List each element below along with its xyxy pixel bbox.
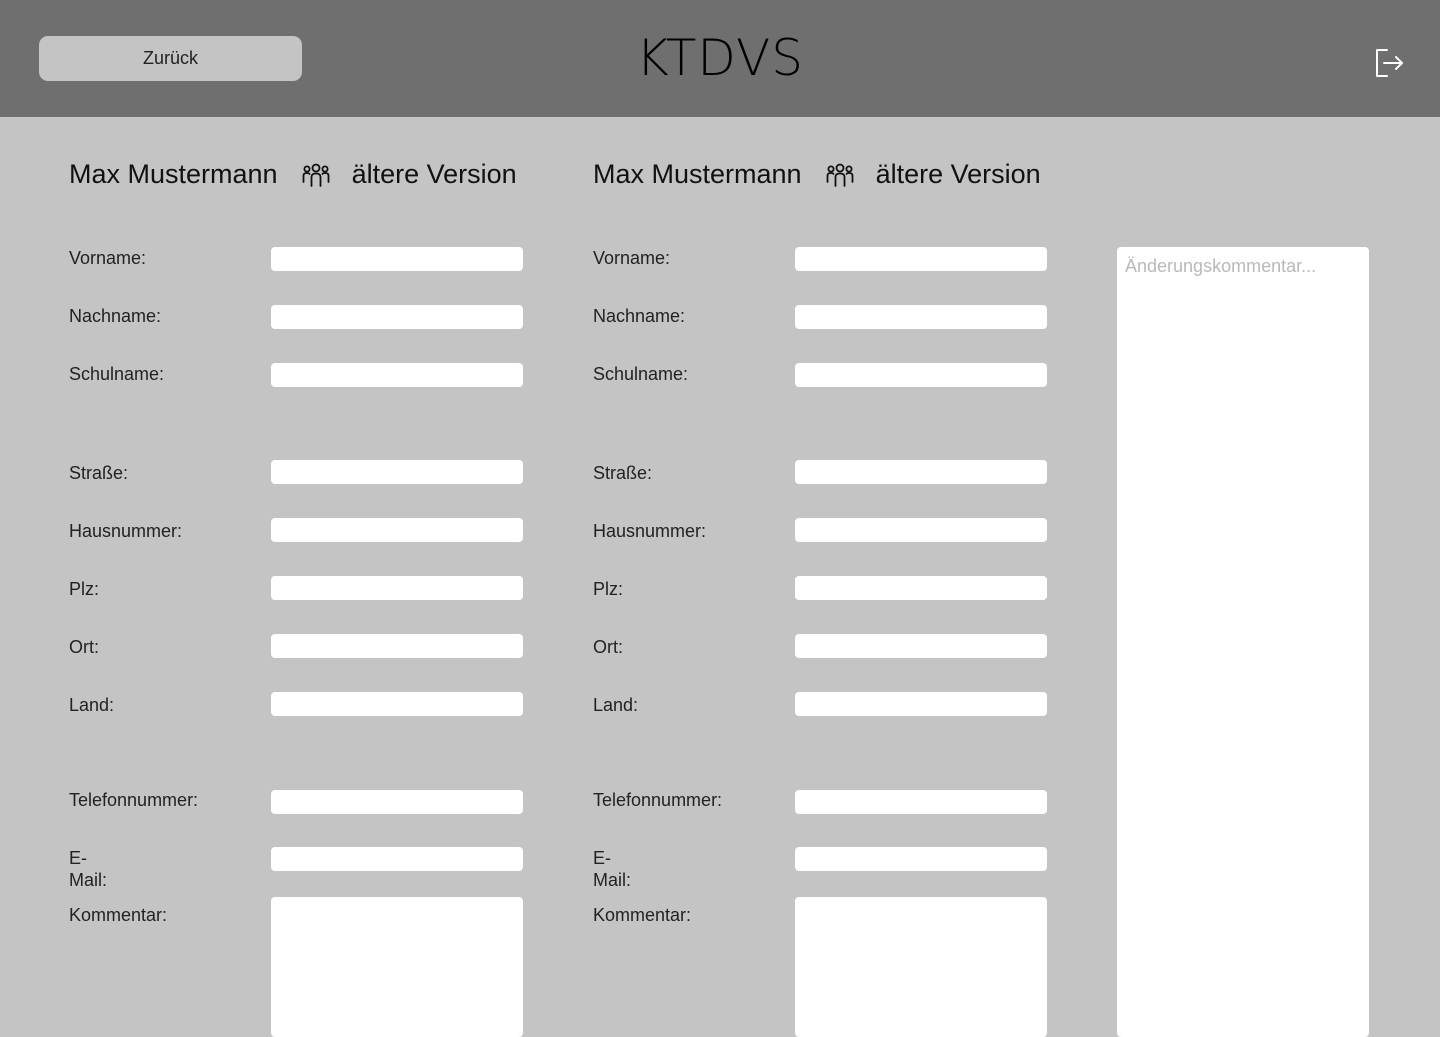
- vorname-field[interactable]: [271, 247, 523, 271]
- version-label: ältere Version: [351, 159, 517, 189]
- label-schulname: Schulname:: [593, 364, 689, 384]
- strasse-field[interactable]: [271, 460, 523, 484]
- schulname-field[interactable]: [271, 363, 523, 387]
- telefonnummer-field[interactable]: [271, 790, 523, 814]
- land-field[interactable]: [795, 692, 1047, 716]
- label-plz: Plz:: [593, 579, 624, 599]
- land-field[interactable]: [271, 692, 523, 716]
- column-heading: Max Mustermann ältere Version: [69, 155, 517, 195]
- label-hausnummer: Hausnummer:: [69, 521, 183, 541]
- label-strasse: Straße:: [593, 463, 653, 483]
- label-vorname: Vorname:: [69, 248, 147, 268]
- label-kommentar: Kommentar:: [593, 905, 692, 925]
- app-title: KTDVS: [635, 29, 804, 87]
- label-nachname: Nachname:: [593, 306, 686, 326]
- label-nachname: Nachname:: [69, 306, 162, 326]
- hausnummer-field[interactable]: [271, 518, 523, 542]
- nachname-field[interactable]: [271, 305, 523, 329]
- logout-icon[interactable]: [1372, 46, 1404, 80]
- person-name: Max Mustermann: [593, 159, 802, 189]
- label-email: E-Mail:: [593, 848, 632, 890]
- label-kommentar: Kommentar:: [69, 905, 168, 925]
- plz-field[interactable]: [271, 576, 523, 600]
- label-schulname: Schulname:: [69, 364, 165, 384]
- label-email: E-Mail:: [69, 848, 108, 890]
- kommentar-field[interactable]: [271, 897, 523, 1037]
- label-telefonnummer: Telefonnummer:: [69, 790, 199, 810]
- version-label: ältere Version: [875, 159, 1041, 189]
- label-strasse: Straße:: [69, 463, 129, 483]
- label-vorname: Vorname:: [593, 248, 671, 268]
- label-telefonnummer: Telefonnummer:: [593, 790, 723, 810]
- group-icon: [826, 163, 853, 187]
- person-name: Max Mustermann: [69, 159, 278, 189]
- group-icon: [302, 163, 329, 187]
- hausnummer-field[interactable]: [795, 518, 1047, 542]
- top-bar: Zurück KTDVS: [0, 0, 1440, 117]
- vorname-field[interactable]: [795, 247, 1047, 271]
- plz-field[interactable]: [795, 576, 1047, 600]
- nachname-field[interactable]: [795, 305, 1047, 329]
- label-land: Land:: [69, 695, 115, 715]
- ort-field[interactable]: [271, 634, 523, 658]
- ort-field[interactable]: [795, 634, 1047, 658]
- change-comment-field[interactable]: [1117, 247, 1369, 1037]
- email-field[interactable]: [271, 847, 523, 871]
- schulname-field[interactable]: [795, 363, 1047, 387]
- label-ort: Ort:: [69, 637, 99, 657]
- label-hausnummer: Hausnummer:: [593, 521, 707, 541]
- label-land: Land:: [593, 695, 639, 715]
- label-ort: Ort:: [593, 637, 623, 657]
- telefonnummer-field[interactable]: [795, 790, 1047, 814]
- email-field[interactable]: [795, 847, 1047, 871]
- strasse-field[interactable]: [795, 460, 1047, 484]
- label-plz: Plz:: [69, 579, 100, 599]
- column-heading: Max Mustermann ältere Version: [593, 155, 1041, 195]
- kommentar-field[interactable]: [795, 897, 1047, 1037]
